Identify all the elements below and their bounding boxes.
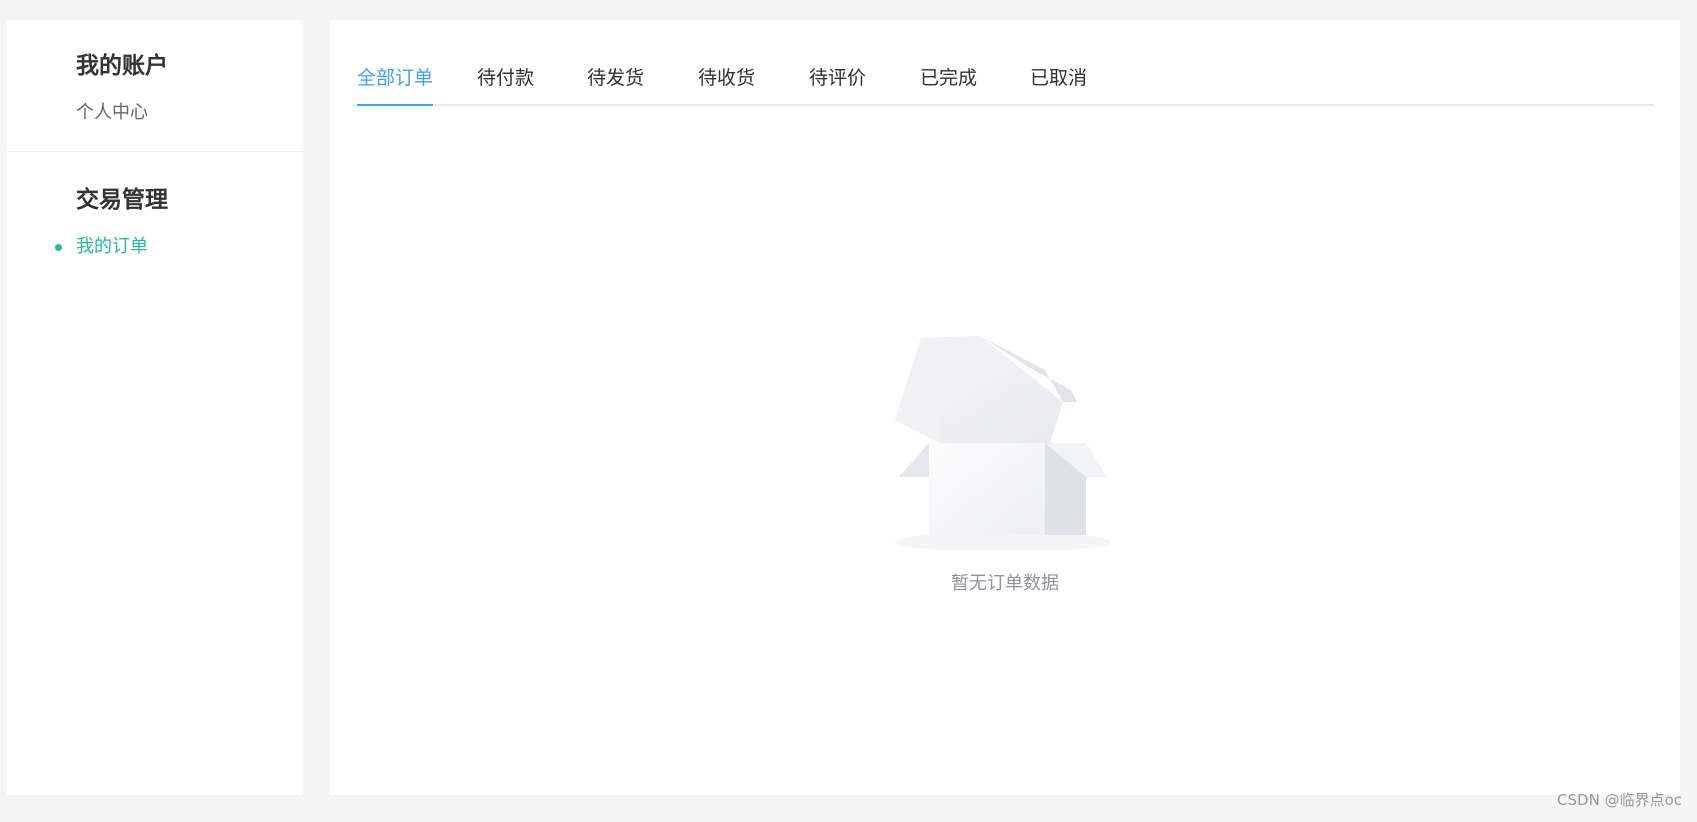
sidebar-group-trade: 交易管理 我的订单 (7, 152, 303, 260)
empty-state-text: 暂无订单数据 (951, 573, 1059, 594)
sidebar-group-title: 交易管理 (76, 187, 168, 213)
tab-pending-payment[interactable]: 待付款 (477, 66, 534, 90)
tab-pending-receipt[interactable]: 待收货 (698, 66, 755, 90)
main-panel: 全部订单 待付款 待发货 待收货 待评价 已完成 已取消 暂无订单数据 (330, 20, 1680, 795)
tab-completed[interactable]: 已完成 (920, 66, 977, 90)
sidebar: 我的账户 个人中心 交易管理 我的订单 (7, 20, 303, 795)
order-tabs: 全部订单 待付款 待发货 待收货 待评价 已完成 已取消 (357, 38, 1654, 106)
tab-pending-review[interactable]: 待评价 (809, 66, 866, 90)
sidebar-group-title: 我的账户 (76, 53, 168, 79)
tab-cancelled[interactable]: 已取消 (1030, 66, 1087, 90)
watermark: CSDN @临界点oc (1557, 791, 1682, 809)
tab-pending-shipment[interactable]: 待发货 (587, 66, 644, 90)
sidebar-item-personal-center[interactable]: 个人中心 (76, 100, 303, 126)
active-tab-indicator (357, 104, 433, 106)
active-dot-icon (55, 244, 62, 251)
sidebar-item-my-orders[interactable]: 我的订单 (55, 234, 303, 260)
sidebar-group-account: 我的账户 个人中心 (7, 20, 303, 152)
empty-state: 暂无订单数据 (330, 320, 1680, 596)
tab-all-orders[interactable]: 全部订单 (357, 66, 433, 90)
empty-box-icon (895, 336, 1111, 550)
sidebar-item-label: 我的订单 (76, 236, 148, 257)
